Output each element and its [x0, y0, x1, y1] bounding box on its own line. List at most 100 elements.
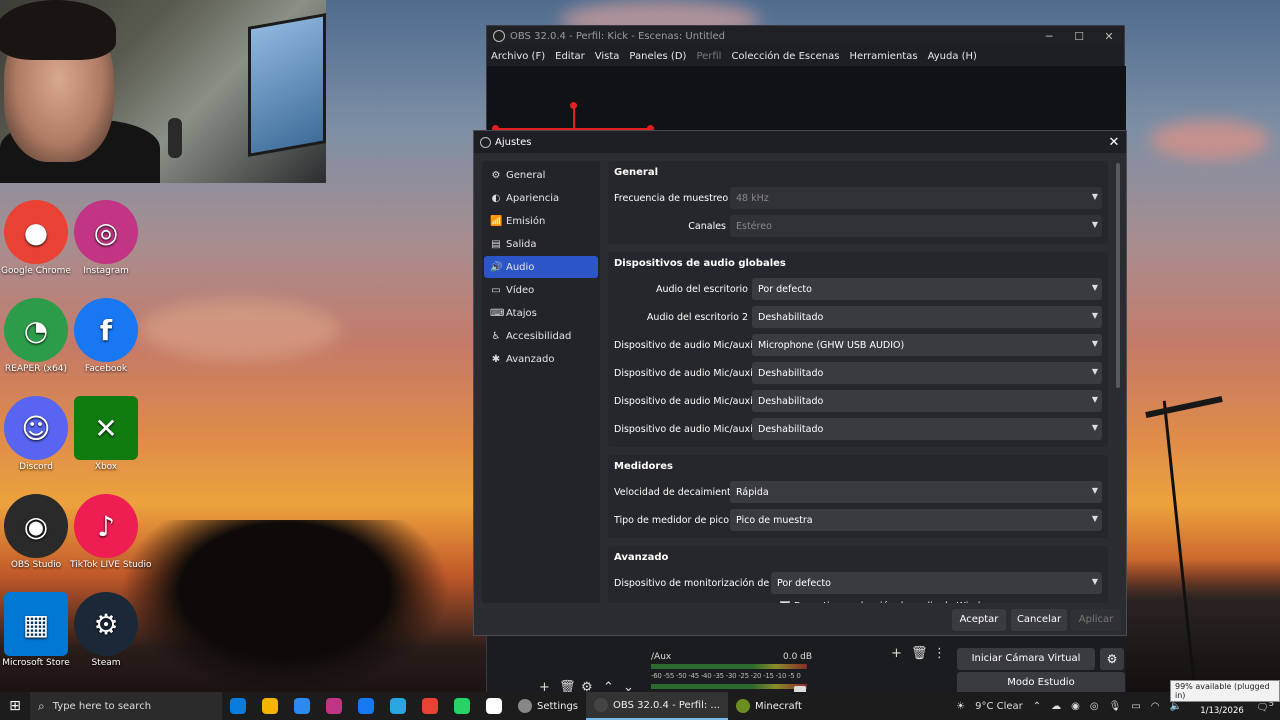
- pinned-app-icon[interactable]: [350, 692, 382, 720]
- taskbar-app[interactable]: OBS 32.0.4 - Perfil: ...: [586, 692, 728, 720]
- sidebar-item-vídeo[interactable]: ▭ Vídeo: [484, 279, 598, 301]
- pinned-app-icon[interactable]: [446, 692, 478, 720]
- close-icon[interactable]: ✕: [1094, 30, 1124, 43]
- chevron-down-icon: ▼: [1091, 311, 1098, 320]
- weather-icon[interactable]: ☀: [956, 701, 965, 712]
- battery-icon[interactable]: ▭: [1131, 701, 1140, 712]
- sidebar-item-emisión[interactable]: 📶 Emisión: [484, 210, 598, 232]
- pinned-app-icon[interactable]: [222, 692, 254, 720]
- section-title: Avanzado: [614, 552, 669, 563]
- pinned-app-icon[interactable]: [286, 692, 318, 720]
- sidebar-item-avanzado[interactable]: ✱ Avanzado: [484, 348, 598, 370]
- webcam-monitor: [248, 13, 326, 157]
- cloud-icon[interactable]: ☁: [1051, 701, 1061, 712]
- audio-meter: [651, 664, 807, 669]
- dropdown-select[interactable]: Pico de muestra ▼: [730, 509, 1102, 531]
- row-label: Dispositivo de audio Mic/auxiliar 3: [614, 395, 777, 407]
- dropdown-select[interactable]: Deshabilitado ▼: [752, 362, 1102, 384]
- accept-button[interactable]: Aceptar: [952, 609, 1006, 631]
- chevron-down-icon: ▼: [1091, 486, 1098, 495]
- close-icon[interactable]: ✕: [1102, 135, 1126, 150]
- dropdown-select[interactable]: Por defecto ▼: [752, 278, 1102, 300]
- add-icon[interactable]: +: [891, 646, 902, 661]
- pinned-app-icon[interactable]: [254, 692, 286, 720]
- menu-item[interactable]: Herramientas: [849, 51, 917, 62]
- more-icon[interactable]: ⋮: [933, 646, 946, 661]
- volume-icon[interactable]: 🔈: [1170, 701, 1182, 712]
- streetlight-arm: [1145, 395, 1223, 419]
- sidebar-item-apariencia[interactable]: ◐ Apariencia: [484, 187, 598, 209]
- app-glyph: ◉: [23, 509, 49, 543]
- network-icon[interactable]: ◎: [1090, 701, 1099, 712]
- settings-row: Audio del escritorio Por defecto ▼: [614, 275, 1102, 303]
- dropdown-select[interactable]: Deshabilitado ▼: [752, 390, 1102, 412]
- pinned-app-icon[interactable]: [414, 692, 446, 720]
- dropdown-select[interactable]: Rápida ▼: [730, 481, 1102, 503]
- dropdown-select[interactable]: Deshabilitado ▼: [752, 418, 1102, 440]
- desktop-icon[interactable]: ▦ Microsoft Store: [0, 592, 72, 668]
- taskbar-search[interactable]: ⌕ Type here to search: [30, 692, 222, 720]
- settings-section: Medidores Velocidad de decaimiento Rápida ▼…: [608, 455, 1108, 538]
- desktop-icon[interactable]: ✕ Xbox: [70, 396, 142, 472]
- app-icon: [486, 698, 502, 714]
- desktop-icon[interactable]: ◉ OBS Studio: [0, 494, 72, 570]
- tray-chevron-up-icon[interactable]: ⌃: [1033, 701, 1041, 712]
- dropdown-select[interactable]: Deshabilitado ▼: [752, 306, 1102, 328]
- obs-title-bar[interactable]: OBS 32.0.4 - Perfil: Kick - Escenas: Unt…: [487, 26, 1124, 46]
- menu-item[interactable]: Paneles (D): [629, 51, 686, 62]
- desktop-icon-label: Facebook: [84, 364, 128, 374]
- cancel-button[interactable]: Cancelar: [1011, 609, 1067, 631]
- obs-preview[interactable]: [487, 66, 1126, 136]
- menu-item[interactable]: Editar: [555, 51, 585, 62]
- studio-mode-button[interactable]: Modo Estudio: [957, 672, 1125, 694]
- monitor-icon: ▭: [491, 284, 501, 296]
- mic-icon[interactable]: 🎙: [1109, 701, 1122, 712]
- desktop-icon[interactable]: ◎ Instagram: [70, 200, 142, 276]
- maximize-icon[interactable]: ☐: [1064, 30, 1094, 43]
- desktop-icon[interactable]: ☺ Discord: [0, 396, 72, 472]
- sidebar-item-atajos[interactable]: ⌨ Atajos: [484, 302, 598, 324]
- taskbar-app[interactable]: Minecraft: [728, 692, 810, 720]
- desktop-icon[interactable]: ♪ TikTok LIVE Studio: [70, 494, 152, 570]
- settings-row: Dispositivo de audio Mic/auxiliar 2 Desha…: [614, 359, 1102, 387]
- taskbar-app[interactable]: Settings: [510, 692, 586, 720]
- sidebar-item-general[interactable]: ⚙ General: [484, 164, 598, 186]
- dropdown-select[interactable]: Microphone (GHW USB AUDIO) ▼: [752, 334, 1102, 356]
- menu-item[interactable]: Perfil: [696, 51, 721, 62]
- apply-button[interactable]: Aplicar: [1071, 609, 1121, 631]
- checkbox-row[interactable]: ✓ Desactivar reducción de audio de Window…: [614, 597, 1102, 603]
- dropdown-value: Estéreo: [736, 220, 772, 232]
- menu-item[interactable]: Ayuda (H): [928, 51, 977, 62]
- sidebar-item-accesibilidad[interactable]: ♿ Accesibilidad: [484, 325, 598, 347]
- start-virtual-camera-button[interactable]: Iniciar Cámara Virtual: [957, 648, 1095, 670]
- virtual-camera-settings-icon[interactable]: ⚙: [1100, 648, 1124, 670]
- minimize-icon[interactable]: ─: [1034, 30, 1064, 43]
- dropdown-select[interactable]: Estéreo ▼: [730, 215, 1102, 237]
- desktop-icon[interactable]: ◔ REAPER (x64): [0, 298, 72, 374]
- search-icon: ⌕: [38, 698, 45, 713]
- scrollbar[interactable]: [1116, 163, 1120, 388]
- weather-text[interactable]: 9°C Clear: [975, 701, 1023, 712]
- checkbox[interactable]: ✓: [780, 601, 790, 603]
- sidebar-item-audio[interactable]: 🔊 Audio: [484, 256, 598, 278]
- record-icon[interactable]: ◉: [1071, 701, 1080, 712]
- pinned-app-icon[interactable]: [318, 692, 350, 720]
- trash-icon[interactable]: 🗑: [911, 646, 928, 661]
- pinned-app-icon[interactable]: [478, 692, 510, 720]
- menu-item[interactable]: Vista: [595, 51, 620, 62]
- settings-row: Canales Estéreo ▼: [614, 212, 1102, 240]
- desktop-icon[interactable]: ⚙ Steam: [70, 592, 142, 668]
- wifi-icon[interactable]: ◠: [1151, 701, 1160, 712]
- windows-start-icon[interactable]: ⊞: [0, 698, 30, 714]
- desktop-icon[interactable]: ● Google Chrome: [0, 200, 72, 276]
- dropdown-select[interactable]: 48 kHz ▼: [730, 187, 1102, 209]
- dropdown-select[interactable]: Por defecto ▼: [771, 572, 1102, 594]
- menu-item[interactable]: Colección de Escenas: [731, 51, 839, 62]
- pinned-app-icon[interactable]: [382, 692, 414, 720]
- rotate-handle[interactable]: [570, 102, 577, 109]
- menu-item[interactable]: Archivo (F): [491, 51, 545, 62]
- settings-title-bar[interactable]: Ajustes ✕: [474, 131, 1126, 153]
- sidebar-item-salida[interactable]: ▤ Salida: [484, 233, 598, 255]
- desktop-icon[interactable]: f Facebook: [70, 298, 142, 374]
- clock-date: 1/13/2026: [1200, 706, 1244, 716]
